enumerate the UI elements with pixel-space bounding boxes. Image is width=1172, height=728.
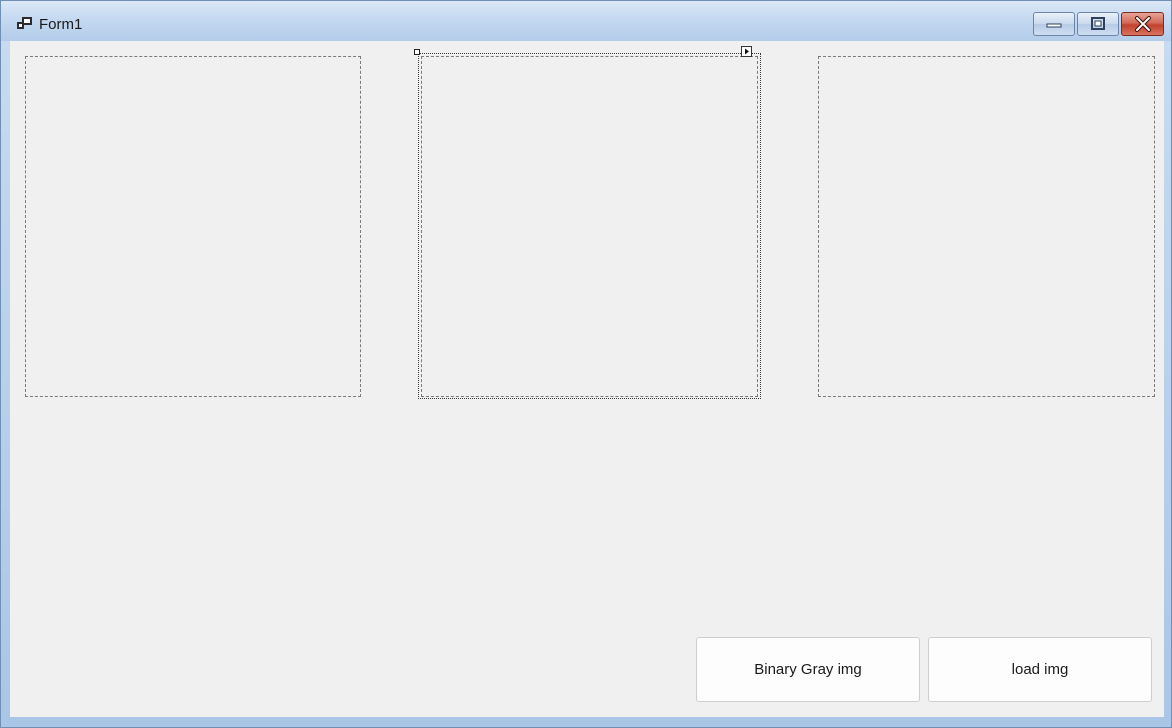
form-window: Form1 Binary Gray img load img (0, 0, 1172, 728)
smart-tag-arrow-icon (745, 48, 749, 55)
close-icon (1134, 16, 1151, 32)
load-img-button[interactable]: load img (928, 637, 1152, 702)
form-window-icon (17, 17, 32, 29)
minimize-button[interactable] (1033, 12, 1075, 36)
binary-gray-button[interactable]: Binary Gray img (696, 637, 920, 702)
smart-tag-button[interactable] (741, 46, 752, 57)
selection-handle[interactable] (414, 49, 420, 55)
maximize-button[interactable] (1077, 12, 1119, 36)
form-client-area: Binary Gray img load img (10, 41, 1164, 717)
selection-frame (418, 53, 761, 399)
picture-box-1[interactable] (25, 56, 361, 397)
title-bar[interactable]: Form1 (1, 1, 1171, 41)
maximize-icon (1091, 17, 1105, 30)
window-title: Form1 (39, 16, 83, 33)
close-button[interactable] (1121, 12, 1164, 36)
picture-box-3[interactable] (818, 56, 1155, 397)
minimize-icon (1046, 23, 1062, 28)
